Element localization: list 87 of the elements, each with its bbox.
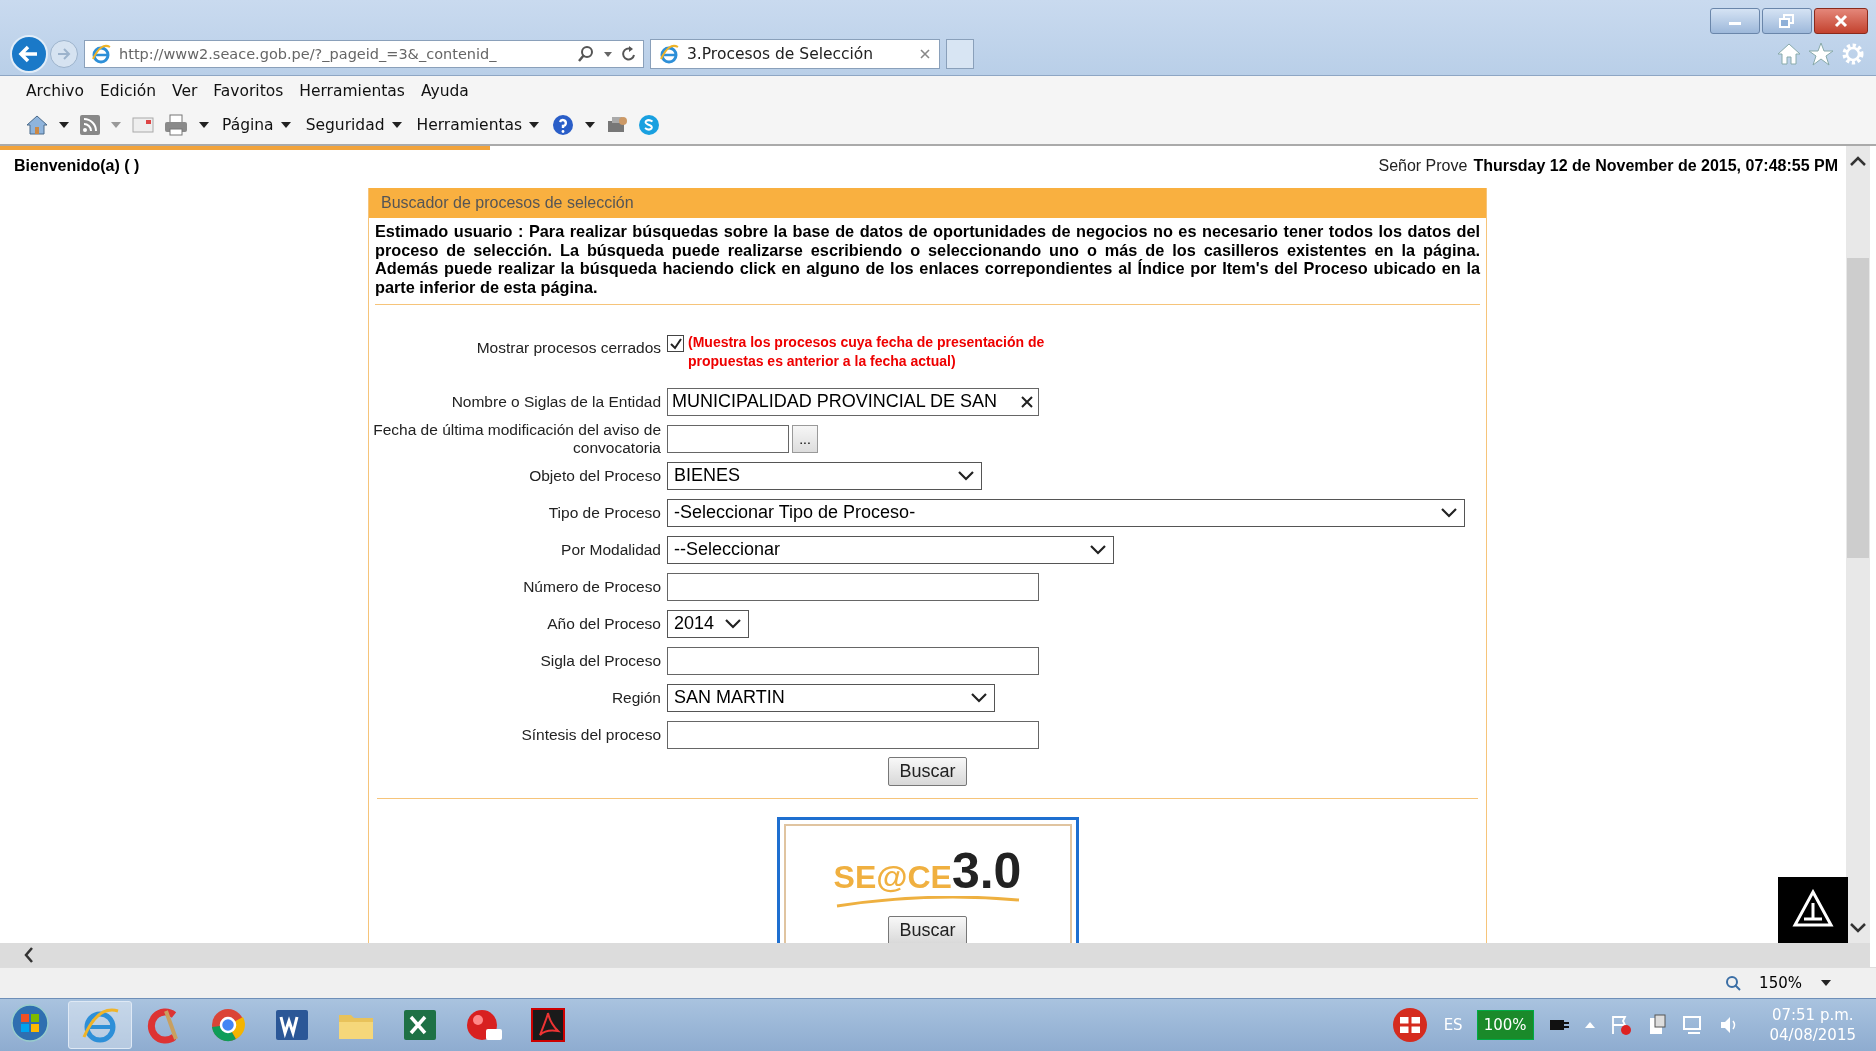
field-label: Región — [610, 688, 662, 707]
field-label: Objeto del Proceso — [528, 466, 662, 485]
refresh-icon[interactable] — [621, 45, 637, 63]
scroll-up-icon[interactable] — [1848, 154, 1868, 168]
command-menu[interactable]: Herramientas — [414, 116, 543, 134]
chevron-down-icon — [724, 617, 742, 630]
dropdown-arrow-icon[interactable] — [1820, 979, 1832, 987]
close-icon — [1833, 14, 1849, 28]
feed-icon[interactable] — [80, 115, 100, 135]
home-icon[interactable] — [26, 115, 48, 135]
menu-item[interactable]: Ver — [172, 82, 198, 100]
field-label: Nombre o Siglas de la Entidad — [450, 392, 662, 411]
dropdown-arrow-icon[interactable] — [58, 121, 70, 129]
back-button[interactable] — [10, 35, 48, 73]
date-picker-button[interactable]: ... — [792, 424, 818, 453]
browser-taskbar-icon[interactable] — [68, 1001, 132, 1049]
chevron-down-icon — [1440, 506, 1458, 519]
zoom-level[interactable]: 150% — [1759, 974, 1802, 992]
command-menu[interactable]: Página — [220, 116, 294, 134]
chevron-down-icon — [970, 691, 988, 704]
checkbox-note: (Muestra los procesos cuya fecha de presentación de propuestas es anterior a la fecha actual) — [688, 333, 1046, 371]
search-button[interactable]: Buscar — [888, 916, 967, 943]
user-label: Señor Prove — [1378, 157, 1468, 175]
field-label: Fecha de última modificación del aviso de convocatoria — [372, 420, 662, 457]
address-bar[interactable]: http://www2.seace.gob.pe/?_pageid_=3&_contenid_ — [84, 40, 644, 68]
star-icon[interactable] — [1808, 42, 1834, 66]
field-label: Año del Proceso — [546, 614, 662, 633]
zoom-icon[interactable] — [1725, 975, 1742, 991]
search-icon[interactable] — [577, 45, 595, 63]
welcome-text: Bienvenido(a) ( ) — [14, 157, 140, 175]
menu-item[interactable]: Herramientas — [299, 82, 405, 100]
menu-item[interactable]: Ayuda — [420, 82, 469, 100]
horizontal-scrollbar[interactable] — [0, 943, 1870, 967]
menu-item[interactable]: Edición — [99, 82, 157, 100]
chevron-down-icon — [957, 469, 975, 482]
command-menu[interactable]: Seguridad — [303, 116, 405, 134]
dropdown[interactable]: --Seleccionar — [667, 535, 1114, 564]
panel-header: Buscador de procesos de selección — [369, 188, 1486, 218]
dropdown[interactable]: SAN MARTIN — [667, 683, 995, 712]
app-logo-icon[interactable] — [1778, 877, 1848, 943]
minimize-button[interactable] — [1710, 8, 1760, 34]
input-field[interactable]: MUNICIPALIDAD PROVINCIAL DE SAN — [667, 387, 1039, 416]
page-icon — [659, 44, 679, 64]
scroll-left-icon[interactable] — [22, 945, 36, 965]
date-time-text: Thursday 12 de November de 2015, 07:48:55 PM — [1473, 157, 1838, 175]
input-field[interactable] — [667, 720, 1039, 749]
close-button[interactable] — [1814, 8, 1868, 34]
input-field[interactable] — [667, 572, 1039, 601]
close-tab-icon[interactable] — [919, 48, 931, 60]
checkbox[interactable] — [667, 335, 684, 352]
search-button[interactable]: Buscar — [888, 757, 967, 786]
menu-item[interactable]: Archivo — [26, 82, 84, 100]
dropdown-arrow-icon[interactable] — [198, 121, 210, 129]
seace-logo: SE@CE3.0 — [832, 842, 1023, 896]
caret-icon — [528, 121, 541, 129]
date-field[interactable] — [667, 424, 789, 453]
browser-logo-icon — [91, 44, 111, 64]
field-label: Tipo de Proceso — [547, 503, 662, 522]
menu-item[interactable]: Favoritos — [213, 82, 284, 100]
dropdown-arrow-icon[interactable] — [584, 121, 597, 129]
field-label: Número de Proceso — [522, 577, 662, 596]
notice-text: Estimado usuario : Para realizar búsquedas sobre la base de datos de oportunidades de negocios no es necesario tener todos los datos del proceso de selección. La búsqueda puede realizarse escribiendo o seleccionando uno o más de los casilleros existentes en la página. Además puede realizar la búsqueda haciendo click en alguno de los enlaces correpondientes al Índice por Item's del Proceso ubicado en la parte inferior de esta página. — [375, 222, 1480, 305]
help-icon[interactable] — [552, 114, 575, 136]
field-label: Mostrar procesos cerrados — [475, 338, 662, 357]
skype-icon[interactable] — [638, 114, 661, 136]
dropdown[interactable]: 2014 — [667, 609, 749, 638]
caret-icon — [390, 121, 403, 129]
field-label: Sigla del Proceso — [539, 651, 662, 670]
scroll-down-icon[interactable] — [1848, 921, 1868, 935]
restore-button[interactable] — [1762, 8, 1812, 34]
action-center-flag-icon[interactable] — [1609, 1014, 1632, 1036]
clear-icon[interactable] — [1020, 394, 1034, 409]
browser-tab[interactable]: 3.Procesos de Selección — [650, 39, 940, 69]
dropdown[interactable]: BIENES — [667, 461, 982, 490]
caret-icon — [279, 121, 292, 129]
input-field[interactable] — [667, 646, 1039, 675]
power-plug-icon[interactable] — [1547, 1017, 1570, 1033]
field-label: Síntesis del proceso — [520, 725, 662, 744]
vertical-scrollbar[interactable] — [1846, 146, 1870, 943]
chevron-down-icon — [1089, 543, 1107, 556]
field-label: Por Modalidad — [560, 540, 662, 559]
forward-arrow-icon — [56, 46, 72, 62]
dropdown[interactable]: -Seleccionar Tipo de Proceso- — [667, 498, 1465, 527]
battery-indicator[interactable]: 100% — [1476, 1010, 1534, 1040]
restore-icon — [1779, 14, 1795, 28]
mail-icon[interactable] — [132, 117, 154, 133]
printer-icon[interactable] — [164, 114, 188, 136]
